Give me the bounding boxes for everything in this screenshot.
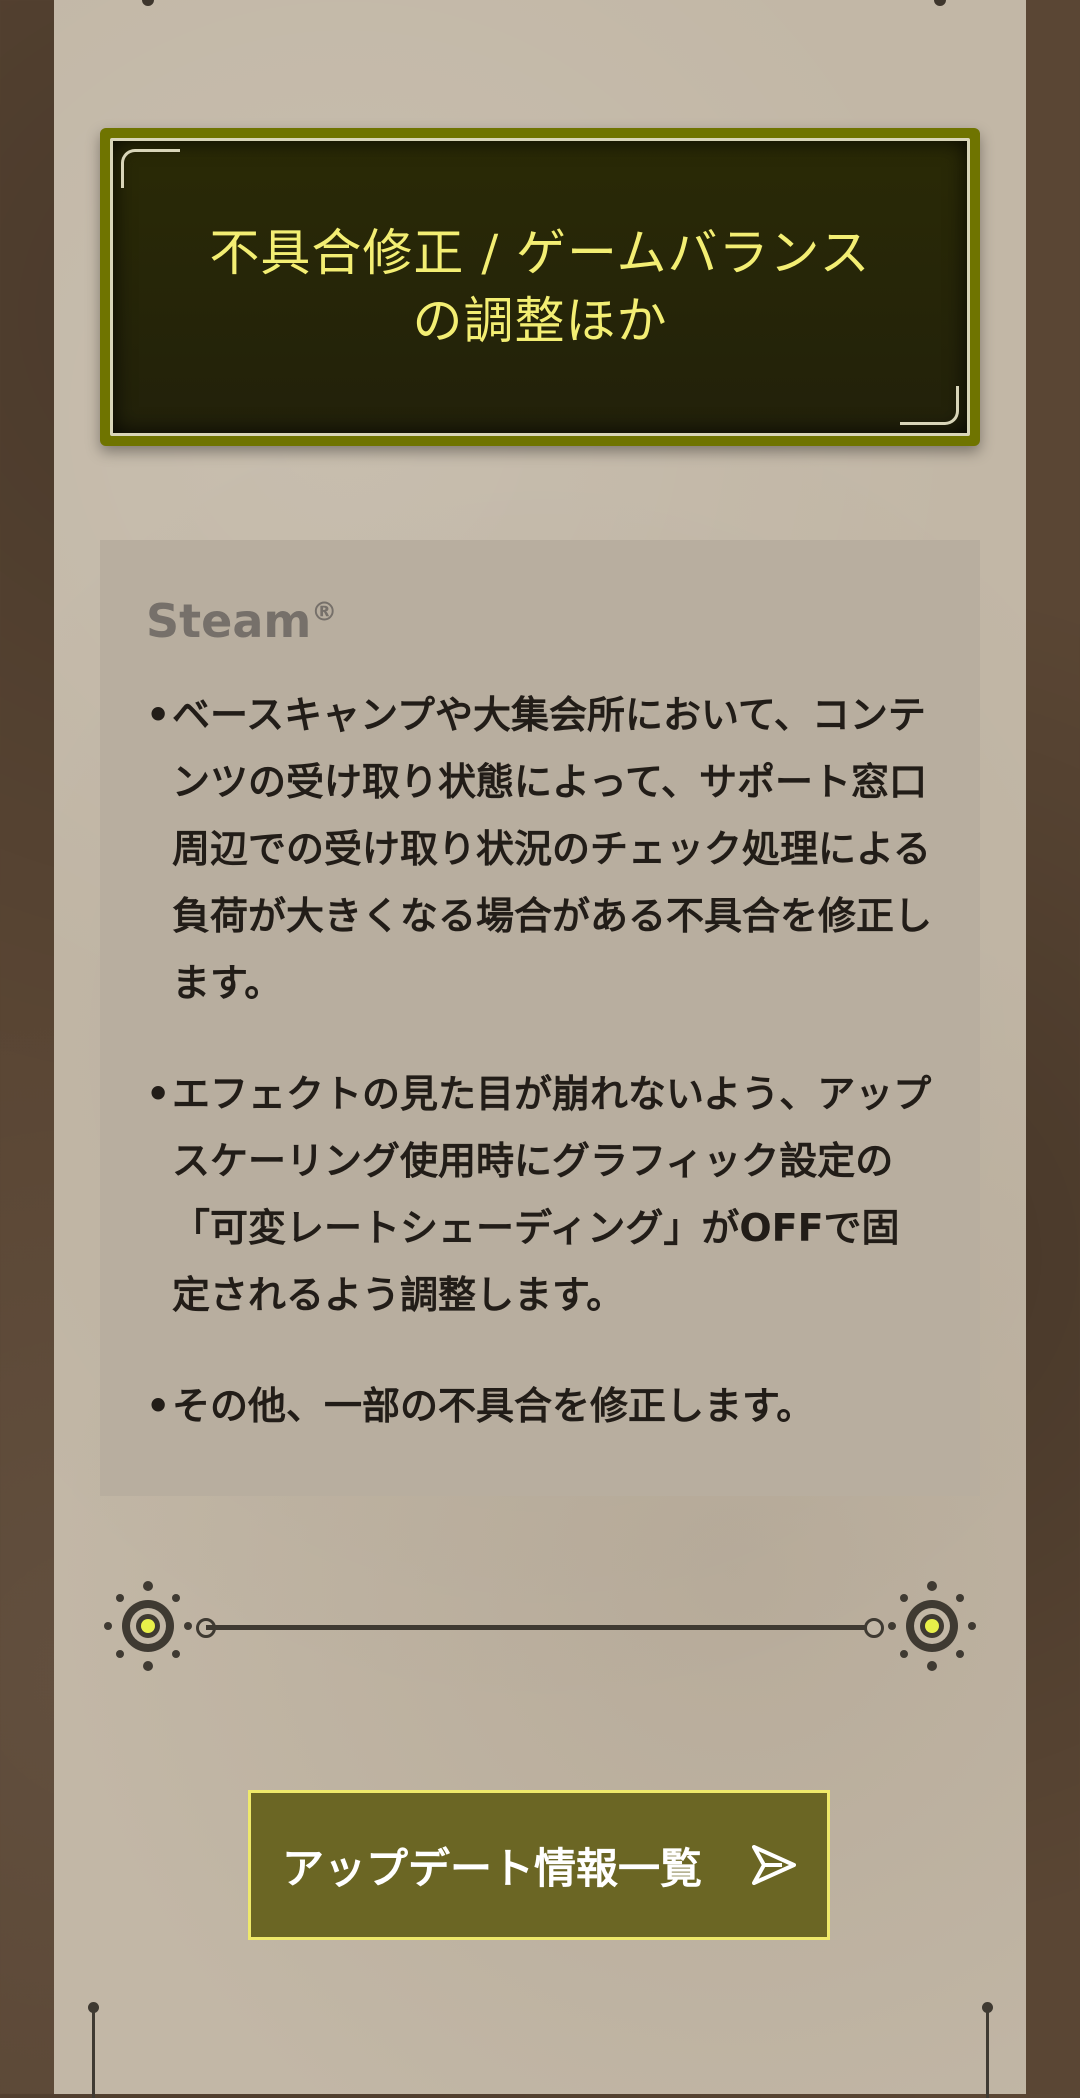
- patch-notes-box: Steam® ベースキャンプや大集会所において、コンテンツの受け取り状態によって…: [100, 540, 980, 1496]
- eye-emblem-icon: [888, 1581, 976, 1671]
- corner-ornament: [121, 149, 180, 188]
- divider-line: [206, 1625, 874, 1630]
- platform-heading: Steam®: [146, 594, 934, 648]
- top-ornament-dot: [142, 0, 154, 6]
- registered-mark: ®: [311, 597, 338, 628]
- arrow-send-icon: [752, 1845, 796, 1885]
- list-item: その他、一部の不具合を修正します。: [146, 1373, 934, 1440]
- update-list-button[interactable]: アップデート情報一覧: [248, 1790, 830, 1940]
- platform-name: Steam: [146, 594, 312, 648]
- eye-emblem-icon: [104, 1581, 192, 1671]
- update-list-button-label: アップデート情報一覧: [281, 1843, 702, 1893]
- bottom-ornament: [982, 2002, 993, 2098]
- divider-line-end: [864, 1618, 884, 1638]
- section-divider: [100, 1568, 980, 1688]
- top-ornament-dot: [934, 0, 946, 6]
- list-item: エフェクトの見た目が崩れないよう、アップスケーリング使用時にグラフィック設定の「…: [146, 1061, 934, 1329]
- list-item: ベースキャンプや大集会所において、コンテンツの受け取り状態によって、サポート窓口…: [146, 682, 934, 1017]
- corner-ornament: [900, 386, 959, 425]
- bottom-ornament: [88, 2002, 99, 2098]
- title-card-inner: 不具合修正 / ゲームバランス の調整ほか: [110, 138, 970, 436]
- section-title-card: 不具合修正 / ゲームバランス の調整ほか: [100, 128, 980, 446]
- section-title: 不具合修正 / ゲームバランス の調整ほか: [209, 224, 871, 350]
- page-panel: 不具合修正 / ゲームバランス の調整ほか Steam® ベースキャンプや大集会…: [54, 0, 1026, 2098]
